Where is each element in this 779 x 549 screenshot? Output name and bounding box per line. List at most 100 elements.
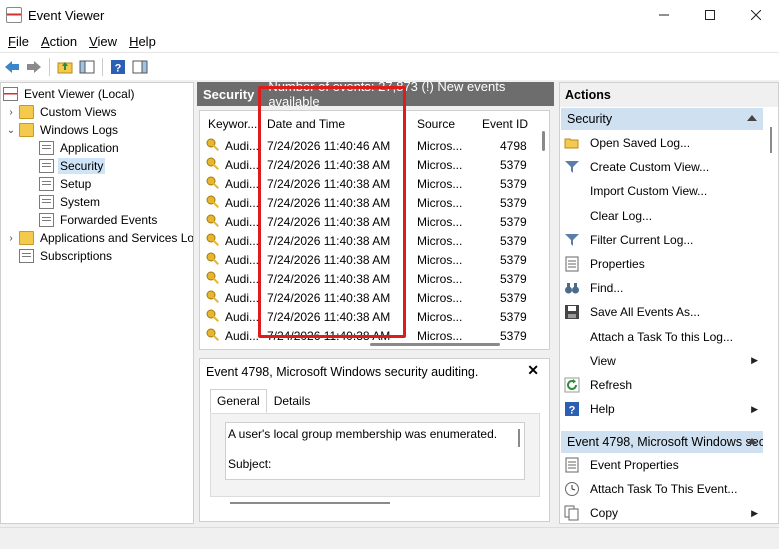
table-row[interactable]: Audi... 7/24/2026 11:40:38 AM Micros... 537… (200, 251, 540, 270)
column-header-source[interactable]: Source (417, 117, 455, 131)
cell-event-id: 5379 (500, 329, 527, 343)
log-icon (39, 159, 54, 173)
close-button[interactable] (733, 0, 779, 30)
close-icon[interactable]: ✕ (527, 362, 539, 379)
action-save-all-events-as[interactable]: Save All Events As... (564, 301, 764, 323)
event-description[interactable]: A user's local group membership was enum… (225, 422, 525, 480)
toolbar-separator (102, 57, 103, 76)
collapse-icon[interactable] (747, 438, 757, 444)
tree-item-label: Custom Views (40, 105, 117, 119)
action-clear-log[interactable]: Clear Log... (564, 205, 764, 227)
cell-source: Micros... (417, 272, 463, 286)
action-label: Create Custom View... (590, 160, 710, 175)
table-row[interactable]: Audi... 7/24/2026 11:40:38 AM Micros... 537… (200, 175, 540, 194)
minimize-button[interactable] (641, 0, 687, 30)
action-create-custom-view[interactable]: Create Custom View... (564, 156, 764, 178)
action-view[interactable]: View ▶ (564, 350, 764, 372)
log-icon (39, 141, 54, 155)
action-properties[interactable]: Properties (564, 253, 764, 275)
action-copy[interactable]: Copy ▶ (564, 502, 764, 523)
chevron-down-icon[interactable]: ⌄ (5, 125, 17, 136)
table-row[interactable]: Audi... 7/24/2026 11:40:38 AM Micros... 537… (200, 308, 540, 327)
cell-datetime: 7/24/2026 11:40:38 AM (267, 310, 391, 324)
cell-source: Micros... (417, 329, 463, 343)
action-filter-current-log[interactable]: Filter Current Log... (564, 229, 764, 251)
menu-view[interactable]: View (83, 34, 123, 49)
tab-general[interactable]: General (210, 389, 267, 413)
key-icon (206, 328, 220, 342)
cell-event-id: 5379 (500, 177, 527, 191)
action-label: View (590, 353, 616, 368)
action-find[interactable]: Find... (564, 277, 764, 299)
tree-item-windows-logs[interactable]: ⌄ Windows Logs (5, 121, 120, 139)
cell-event-id: 5379 (500, 234, 527, 248)
action-label: Properties (590, 257, 645, 271)
menu-help[interactable]: Help (123, 34, 162, 49)
table-row[interactable]: Audi... 7/24/2026 11:40:38 AM Micros... 537… (200, 270, 540, 289)
tree-item-event-viewer-local[interactable]: Event Viewer (Local) (3, 85, 137, 103)
column-header-date-and-time[interactable]: Date and Time (267, 117, 345, 131)
column-header-keywords[interactable]: Keywor... (208, 117, 257, 131)
action-attach-task-to-this-event[interactable]: Attach Task To This Event... (564, 478, 764, 500)
table-row[interactable]: Audi... 7/24/2026 11:40:38 AM Micros... 537… (200, 156, 540, 175)
up-folder-icon[interactable] (55, 57, 75, 77)
chevron-right-icon[interactable]: › (5, 107, 17, 118)
action-import-custom-view[interactable]: Import Custom View... (564, 180, 764, 202)
help-icon[interactable]: ? (108, 57, 128, 77)
event-detail-pane: Event 4798, Microsoft Windows security a… (199, 358, 550, 522)
task-icon (564, 481, 580, 497)
back-arrow-icon[interactable] (2, 57, 22, 77)
horizontal-scrollbar[interactable] (230, 502, 390, 504)
folder-icon (19, 123, 34, 137)
vertical-scrollbar[interactable] (770, 127, 772, 153)
menu-file[interactable]: File (2, 34, 35, 49)
cell-event-id: 5379 (500, 272, 527, 286)
show-hide-console-tree-icon[interactable] (77, 57, 97, 77)
log-pane: Security Number of events: 27,873 (!) Ne… (197, 79, 554, 524)
collapse-icon[interactable] (747, 115, 757, 121)
actions-section-event[interactable]: Event 4798, Microsoft Windows security a… (561, 431, 763, 453)
chevron-right-icon[interactable]: › (5, 233, 17, 244)
cell-keyword: Audi... (225, 272, 260, 286)
cell-keyword: Audi... (225, 291, 260, 305)
action-event-properties[interactable]: Event Properties (564, 454, 764, 476)
cell-datetime: 7/24/2026 11:40:38 AM (267, 329, 391, 343)
action-help[interactable]: ? Help ▶ (564, 398, 764, 420)
cell-datetime: 7/24/2026 11:40:38 AM (267, 253, 391, 267)
table-row[interactable]: Audi... 7/24/2026 11:40:38 AM Micros... 537… (200, 232, 540, 251)
tree-item-applications-and-services-logs[interactable]: › Applications and Services Logs (5, 229, 193, 247)
tree-item-subscriptions[interactable]: Subscriptions (19, 247, 114, 265)
tree-item-label: Security (58, 158, 106, 174)
cell-source: Micros... (417, 196, 463, 210)
horizontal-scrollbar[interactable] (370, 343, 500, 346)
key-icon (206, 309, 220, 323)
cell-source: Micros... (417, 158, 463, 172)
action-attach-a-task-to-this-log[interactable]: Attach a Task To this Log... (564, 326, 764, 348)
tree-item-label: Setup (60, 177, 92, 191)
table-row[interactable]: Audi... 7/24/2026 11:40:38 AM Micros... 537… (200, 194, 540, 213)
column-header-event-id[interactable]: Event ID (482, 117, 528, 131)
actions-section-security[interactable]: Security (561, 108, 763, 130)
tree-item-forwarded-events[interactable]: Forwarded Events (39, 211, 159, 229)
tree-item-custom-views[interactable]: › Custom Views (5, 103, 118, 121)
action-refresh[interactable]: Refresh (564, 374, 764, 396)
menu-action[interactable]: Action (35, 34, 83, 49)
tree-item-setup[interactable]: Setup (39, 175, 93, 193)
action-open-saved-log[interactable]: Open Saved Log... (564, 132, 764, 154)
forward-arrow-icon[interactable] (24, 57, 44, 77)
cell-keyword: Audi... (225, 253, 260, 267)
table-row[interactable]: Audi... 7/24/2026 11:40:38 AM Micros... 537… (200, 213, 540, 232)
action-pane-icon[interactable] (130, 57, 150, 77)
tab-details[interactable]: Details (267, 389, 318, 413)
vertical-scrollbar[interactable] (518, 429, 520, 447)
table-row[interactable]: Audi... 7/24/2026 11:40:46 AM Micros... 479… (200, 137, 540, 156)
vertical-scrollbar[interactable] (542, 131, 545, 151)
tree-item-security[interactable]: Security (39, 157, 106, 175)
maximize-button[interactable] (687, 0, 733, 30)
cell-datetime: 7/24/2026 11:40:38 AM (267, 272, 391, 286)
cell-datetime: 7/24/2026 11:40:38 AM (267, 291, 391, 305)
tree-item-application[interactable]: Application (39, 139, 121, 157)
tree-item-system[interactable]: System (39, 193, 102, 211)
properties-icon (564, 256, 580, 272)
table-row[interactable]: Audi... 7/24/2026 11:40:38 AM Micros... 537… (200, 289, 540, 308)
